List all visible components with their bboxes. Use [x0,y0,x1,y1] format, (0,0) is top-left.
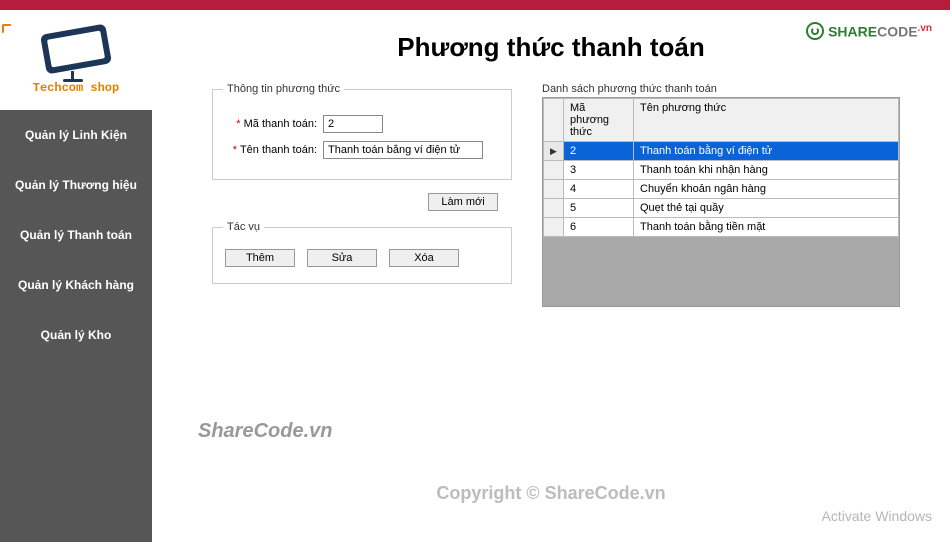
monitor-icon [41,27,111,75]
refresh-row: Làm mới [212,192,512,211]
row-indicator-icon: ▶ [550,146,557,156]
cell-name[interactable]: Chuyển khoản ngân hàng [634,180,899,199]
watermark-sharecode-text: ShareCode.vn [198,420,332,443]
sidebar-item-khach-hang[interactable]: Quản lý Khách hàng [0,260,152,310]
input-name[interactable] [323,141,483,159]
payment-grid[interactable]: Mã phương thức Tên phương thức ▶2Thanh t… [543,98,899,237]
col-code[interactable]: Mã phương thức [564,99,634,142]
sidebar-item-thanh-toan[interactable]: Quản lý Thanh toán [0,210,152,260]
activate-windows-text: Activate Windows [822,508,932,524]
row-header-cell[interactable] [544,218,564,237]
cell-name[interactable]: Thanh toán bằng ví điện tử [634,142,899,161]
shop-name: Techcom shop [33,81,119,95]
logo-area: Techcom shop [0,10,152,110]
cell-code[interactable]: 5 [564,199,634,218]
row-code: * Mã thanh toán: [223,115,501,133]
label-name-text: Tên thanh toán: [240,144,317,156]
row-header-cell[interactable] [544,161,564,180]
cell-code[interactable]: 4 [564,180,634,199]
top-accent-bar [0,0,950,10]
col-row-header [544,99,564,142]
decorative-corner-icon [2,24,12,34]
main-content: SHARECODE.vn Phương thức thanh toán Thôn… [152,10,950,542]
watermark-copyright: Copyright © ShareCode.vn [436,483,665,504]
row-header-cell[interactable]: ▶ [544,142,564,161]
info-legend: Thông tin phương thức [223,83,344,95]
actions-legend: Tác vụ [223,221,264,233]
label-code-text: Mã thanh toán: [244,118,317,130]
add-button[interactable]: Thêm [225,249,295,267]
sidebar-item-linh-kien[interactable]: Quản lý Linh Kiện [0,110,152,160]
table-row[interactable]: 3Thanh toán khi nhận hàng [544,161,899,180]
row-header-cell[interactable] [544,180,564,199]
refresh-button[interactable]: Làm mới [428,193,498,211]
right-column: Danh sách phương thức thanh toán Mã phươ… [542,83,930,307]
cell-code[interactable]: 3 [564,161,634,180]
list-header: Danh sách phương thức thanh toán [542,83,900,95]
cell-name[interactable]: Thanh toán bằng tiền mặt [634,218,899,237]
table-row[interactable]: 4Chuyển khoản ngân hàng [544,180,899,199]
table-row[interactable]: 5Quẹt thẻ tại quầy [544,199,899,218]
col-name[interactable]: Tên phương thức [634,99,899,142]
sidebar: Techcom shop Quản lý Linh Kiện Quản lý T… [0,10,152,542]
row-header-cell[interactable] [544,199,564,218]
edit-button[interactable]: Sửa [307,249,377,267]
sidebar-item-kho[interactable]: Quản lý Kho [0,310,152,360]
left-column: Thông tin phương thức * Mã thanh toán: *… [212,83,512,296]
app-container: Techcom shop Quản lý Linh Kiện Quản lý T… [0,10,950,542]
actions-groupbox: Tác vụ Thêm Sửa Xóa [212,221,512,284]
label-code: * Mã thanh toán: [223,118,323,130]
info-groupbox: Thông tin phương thức * Mã thanh toán: *… [212,83,512,180]
input-code[interactable] [323,115,383,133]
sidebar-item-thuong-hieu[interactable]: Quản lý Thương hiệu [0,160,152,210]
grid-wrap: Mã phương thức Tên phương thức ▶2Thanh t… [542,97,900,307]
page-title: Phương thức thanh toán [172,32,930,63]
cell-name[interactable]: Quẹt thẻ tại quầy [634,199,899,218]
delete-button[interactable]: Xóa [389,249,459,267]
table-row[interactable]: 6Thanh toán bằng tiền mặt [544,218,899,237]
actions-row: Thêm Sửa Xóa [223,245,501,271]
table-row[interactable]: ▶ 2Thanh toán bằng ví điện tử [544,142,899,161]
cell-name[interactable]: Thanh toán khi nhận hàng [634,161,899,180]
cell-code[interactable]: 2 [564,142,634,161]
cell-code[interactable]: 6 [564,218,634,237]
row-name: * Tên thanh toán: [223,141,501,159]
content-row: Thông tin phương thức * Mã thanh toán: *… [212,83,930,307]
label-name: * Tên thanh toán: [223,144,323,156]
